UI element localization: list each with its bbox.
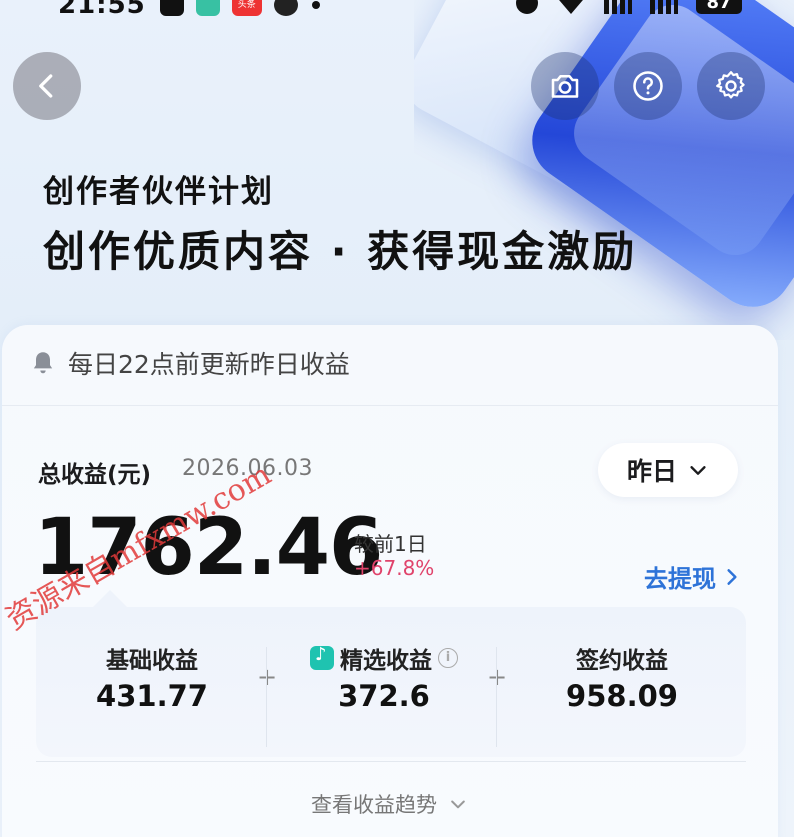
- chevron-left-icon: [39, 74, 53, 98]
- trend-link-label: 查看收益趋势: [311, 793, 437, 817]
- hero-subtitle: 创作者伙伴计划: [43, 174, 274, 210]
- notification-dot-icon: [311, 1, 320, 9]
- column-divider: [266, 647, 267, 747]
- chevron-down-icon: [690, 466, 706, 475]
- featured-earnings[interactable]: 精选收益 i 372.6: [284, 641, 484, 713]
- featured-earnings-label: 精选收益: [340, 648, 432, 674]
- notice-text: 每日22点前更新昨日收益: [68, 350, 350, 379]
- hero-artwork: [414, 0, 794, 340]
- total-earnings-label: 总收益(元): [38, 462, 152, 488]
- alarm-icon: [516, 0, 538, 14]
- featured-earnings-value: 372.6: [338, 679, 430, 713]
- compare-label: 较前1日: [354, 532, 427, 556]
- help-icon: [633, 71, 663, 101]
- signal-icon: [604, 0, 632, 14]
- plus-icon-2: +: [482, 663, 512, 691]
- contract-earnings[interactable]: 签约收益 958.09: [522, 641, 722, 713]
- period-select[interactable]: 昨日: [598, 443, 738, 497]
- total-earnings-value: 1762.46: [34, 503, 383, 593]
- chevron-down-icon: [451, 800, 465, 809]
- plus-icon: +: [252, 663, 282, 691]
- hero-title: 创作优质内容 · 获得现金激励: [43, 227, 638, 276]
- basic-earnings-value: 431.77: [96, 679, 208, 713]
- status-indicators: 87: [516, 0, 742, 14]
- earnings-date: 2026.06.03: [182, 456, 313, 481]
- settings-button[interactable]: [697, 52, 765, 120]
- view-trend-link[interactable]: 查看收益趋势: [2, 789, 778, 819]
- signal-icon-2: [650, 0, 678, 14]
- basic-earnings-label: 基础收益: [106, 648, 198, 674]
- divider-bottom: [36, 761, 746, 762]
- gear-icon: [716, 71, 745, 99]
- chevron-right-icon: [727, 568, 737, 585]
- divider: [2, 405, 778, 406]
- contract-earnings-value: 958.09: [566, 679, 678, 713]
- status-time: 21:55: [58, 0, 146, 20]
- withdraw-label: 去提现: [644, 565, 716, 593]
- earnings-card: 每日22点前更新昨日收益 总收益(元) 2026.06.03 昨日 1762.4…: [2, 325, 778, 837]
- period-label: 昨日: [626, 457, 677, 486]
- status-app-icons: 头条: [159, 0, 298, 16]
- douyin-app-icon: [159, 0, 184, 16]
- status-bar: 21:55 头条 87: [0, 0, 794, 20]
- contract-earnings-label: 签约收益: [576, 648, 668, 674]
- bell-icon: [33, 352, 53, 374]
- qq-app-icon: [273, 0, 298, 16]
- camera-button[interactable]: [531, 52, 599, 120]
- column-divider-2: [496, 647, 497, 747]
- wifi-icon: [556, 0, 586, 14]
- app-icon: [195, 0, 220, 16]
- help-button[interactable]: [614, 52, 682, 120]
- basic-earnings[interactable]: 基础收益 431.77: [52, 641, 252, 713]
- withdraw-link[interactable]: 去提现: [644, 559, 742, 594]
- camera-icon: [551, 74, 579, 98]
- update-notice: 每日22点前更新昨日收益: [30, 345, 350, 381]
- info-icon[interactable]: i: [438, 648, 458, 668]
- battery-icon: 87: [696, 0, 742, 14]
- toutiao-app-icon: 头条: [231, 0, 262, 16]
- back-button[interactable]: [13, 52, 81, 120]
- earnings-breakdown: 基础收益 431.77 + 精选收益 i 372.6 + 签约收益 958.09: [36, 607, 746, 757]
- compare-value: +67.8%: [354, 556, 435, 580]
- douyin-icon: [310, 644, 334, 670]
